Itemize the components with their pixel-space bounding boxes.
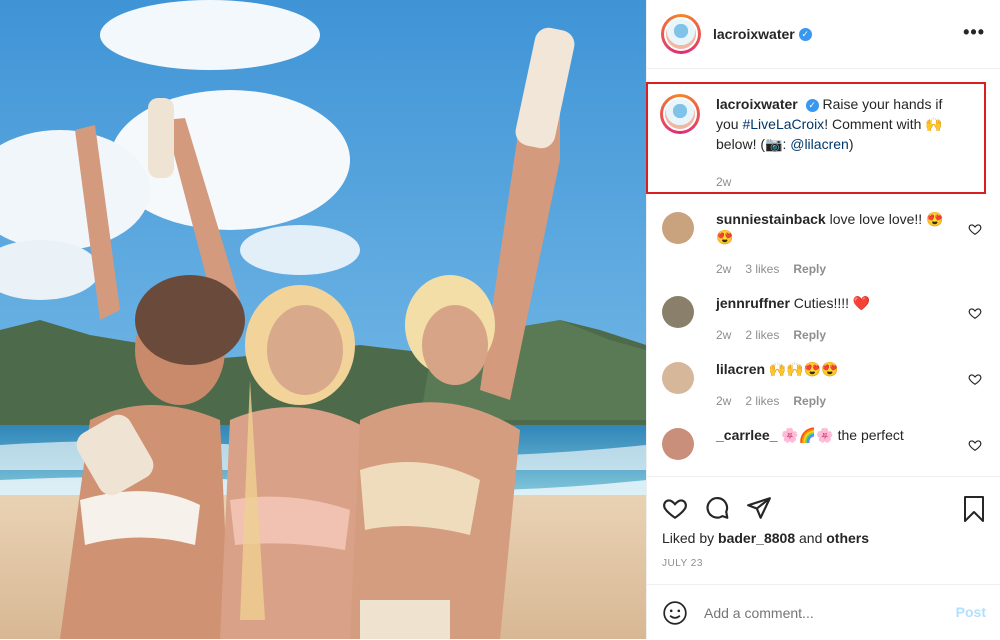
comment-text: 🌸🌈🌸 the perfect — [781, 427, 904, 443]
comment-meta: 2w 3 likes Reply — [716, 260, 956, 278]
comment-username[interactable]: jennruffner — [716, 295, 790, 311]
likes-summary: Liked by bader_8808 and others — [662, 530, 869, 546]
comment-text: 🙌🙌😍😍 — [768, 361, 839, 377]
caption-time[interactable]: 2w — [716, 172, 966, 192]
post-date[interactable]: JULY 23 — [662, 558, 703, 569]
like-comment-heart-icon[interactable] — [968, 438, 982, 452]
verified-badge-icon: ✓ — [798, 27, 812, 41]
comment-time[interactable]: 2w — [716, 394, 731, 408]
comment-avatar[interactable] — [662, 296, 694, 328]
comment-input[interactable] — [702, 603, 946, 622]
comment-item: sunniestainback love love love!! 😍😍 2w 3 … — [662, 210, 992, 278]
like-comment-heart-icon[interactable] — [968, 372, 982, 386]
comment-item: _carrlee_ 🌸🌈🌸 the perfect — [662, 426, 992, 460]
comment-avatar[interactable] — [662, 428, 694, 460]
comment-meta: 2w 2 likes Reply — [716, 326, 956, 344]
comment-username[interactable]: _carrlee_ — [716, 427, 778, 443]
like-heart-icon[interactable] — [662, 495, 688, 521]
caption-username[interactable]: lacroixwater — [716, 96, 798, 112]
like-comment-heart-icon[interactable] — [968, 222, 982, 236]
post-header: lacroixwater ✓ ••• — [647, 0, 1000, 69]
comment-avatar[interactable] — [662, 362, 694, 394]
likes-prefix: Liked by — [662, 530, 719, 546]
likes-and: and — [795, 530, 827, 546]
author-username[interactable]: lacroixwater — [713, 26, 795, 42]
comment-likes[interactable]: 2 likes — [745, 394, 779, 408]
reply-button[interactable]: Reply — [793, 394, 826, 408]
reply-button[interactable]: Reply — [793, 328, 826, 342]
post-comment-button[interactable]: Post — [956, 604, 986, 620]
comment-item: lilacren 🙌🙌😍😍 2w 2 likes Reply — [662, 360, 992, 410]
comment-avatar[interactable] — [662, 212, 694, 244]
emoji-smiley-icon[interactable] — [662, 600, 688, 626]
hashtag-link[interactable]: #LiveLaCroix — [742, 116, 824, 132]
comment-likes[interactable]: 2 likes — [745, 328, 779, 342]
save-bookmark-icon[interactable] — [962, 495, 986, 523]
comment-time[interactable]: 2w — [716, 328, 731, 342]
comment-username[interactable]: sunniestainback — [716, 211, 826, 227]
post-actions-bar — [646, 476, 1000, 537]
author-avatar[interactable] — [661, 14, 701, 54]
caption-text-part-c: ) — [848, 136, 854, 152]
add-comment-bar: Post — [646, 584, 1000, 640]
comment-item: jennruffner Cuties!!!! ❤️ 2w 2 likes Reply — [662, 294, 992, 344]
caption-text: lacroixwater ✓ Raise your hands if you #… — [716, 94, 966, 192]
comment-username[interactable]: lilacren — [716, 361, 765, 377]
reply-button[interactable]: Reply — [793, 262, 826, 276]
mention-link[interactable]: @lilacren — [790, 136, 849, 152]
post-caption: lacroixwater ✓ Raise your hands if you #… — [660, 94, 980, 192]
comment-bubble-icon[interactable] — [704, 495, 730, 521]
verified-badge-icon: ✓ — [805, 98, 819, 112]
beach-photo-illustration — [0, 0, 646, 639]
caption-avatar[interactable] — [660, 94, 700, 134]
liked-by-others[interactable]: others — [826, 530, 869, 546]
liked-by-user[interactable]: bader_8808 — [718, 530, 795, 546]
comment-text: Cuties!!!! ❤️ — [793, 295, 871, 311]
more-options-icon[interactable]: ••• — [963, 22, 985, 43]
comment-meta: 2w 2 likes Reply — [716, 392, 956, 410]
post-photo[interactable] — [0, 0, 646, 639]
comment-time[interactable]: 2w — [716, 262, 731, 276]
comments-list[interactable]: sunniestainback love love love!! 😍😍 2w 3 … — [662, 210, 992, 475]
comment-likes[interactable]: 3 likes — [745, 262, 779, 276]
like-comment-heart-icon[interactable] — [968, 306, 982, 320]
share-paper-plane-icon[interactable] — [746, 495, 772, 521]
